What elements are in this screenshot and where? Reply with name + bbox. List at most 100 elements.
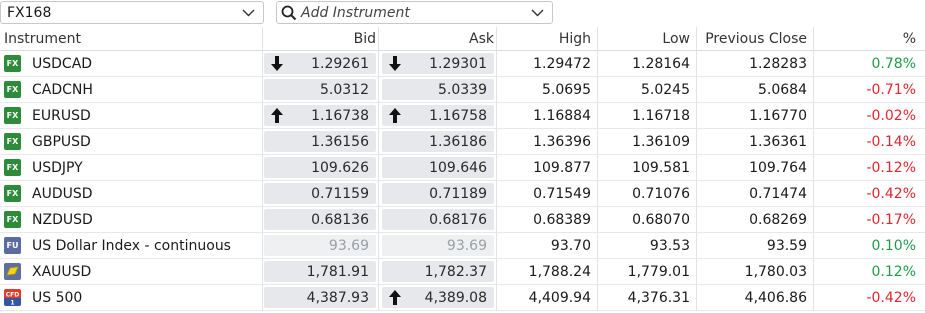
futures-badge-icon: FU [4,237,21,254]
change-pct-cell: 0.78% [871,55,916,72]
ask-value: 109.646 [429,159,487,176]
instrument-name: USDJPY [32,159,83,176]
arrow-down-icon [389,56,401,71]
bid-cell: 4,387.93 [263,285,379,310]
bid-quote-button[interactable]: 4,387.93 [264,287,376,308]
table-row[interactable]: FX NZDUSD 0.68136 0.68176 0.68389 0.68070 0.68… [0,207,925,233]
add-instrument-placeholder: Add Instrument [301,4,410,21]
ask-cell: 93.69 [379,233,497,258]
previous-close-cell: 93.59 [697,233,814,258]
gold-icon [4,263,21,280]
table-header: Instrument Bid Ask High Low Previous Clo… [0,27,925,51]
watchlist-dropdown[interactable]: FX168 [0,1,264,24]
ask-quote-button[interactable]: 1,782.37 [382,261,494,282]
table-row[interactable]: FU US Dollar Index - continuous 93.69 93.69… [0,233,925,259]
toolbar: FX168 Add Instrument [0,0,925,26]
fx-badge-icon: FX [4,81,21,98]
bid-quote-button[interactable]: 1.16738 [264,105,376,126]
bid-cell: 1.29261 [263,51,379,76]
table-row[interactable]: FX AUDUSD 0.71159 0.71189 0.71549 0.71076 0.71… [0,181,925,207]
previous-close-cell: 0.71474 [697,181,814,206]
fx-badge-icon: FX [4,55,21,72]
bid-quote-button[interactable]: 1.36156 [264,131,376,152]
ask-value: 0.68176 [429,211,487,228]
bid-quote-button[interactable]: 109.626 [264,157,376,178]
column-header-high[interactable]: High [497,27,598,50]
previous-close-cell: 1.16770 [697,103,814,128]
search-icon [281,5,297,21]
bid-value: 1.36156 [311,133,369,150]
bid-value: 0.71159 [311,185,369,202]
low-cell: 4,376.31 [598,285,697,310]
high-cell: 1,788.24 [497,259,598,284]
bid-cell: 109.626 [263,155,379,180]
bid-value: 109.626 [311,159,369,176]
column-header-bid[interactable]: Bid [263,27,379,50]
ask-value: 4,389.08 [424,289,487,306]
fx-badge-icon: FX [4,133,21,150]
bid-cell: 1,781.91 [263,259,379,284]
change-pct-cell: -0.42% [866,289,916,306]
column-header-instrument[interactable]: Instrument [0,27,263,50]
change-pct-cell: -0.14% [866,133,916,150]
fx-badge-icon: FX [4,159,21,176]
ask-quote-button[interactable]: 0.68176 [382,209,494,230]
low-cell: 1,779.01 [598,259,697,284]
chevron-down-icon [237,9,259,17]
ask-quote-button[interactable]: 109.646 [382,157,494,178]
change-pct-cell: -0.12% [866,159,916,176]
ask-quote-button[interactable]: 5.0339 [382,79,494,100]
ask-quote-button[interactable]: 1.16758 [382,105,494,126]
table-row[interactable]: CFD 1 US 500 4,387.93 4,389.08 4,409.94 4,376.… [0,285,925,311]
table-row[interactable]: XAUUSD 1,781.91 1,782.37 1,788.24 1,779.01 1,… [0,259,925,285]
ask-cell: 1.29301 [379,51,497,76]
instrument-cell: FX USDCAD [0,51,263,76]
ask-quote-button[interactable]: 4,389.08 [382,287,494,308]
ask-value: 1.29301 [429,55,487,72]
table-row[interactable]: FX USDJPY 109.626 109.646 109.877 109.581 109.… [0,155,925,181]
chevron-down-icon [526,9,548,17]
bid-quote-button[interactable]: 1,781.91 [264,261,376,282]
column-header-ask[interactable]: Ask [379,27,497,50]
bid-value: 4,387.93 [306,289,369,306]
add-instrument-search[interactable]: Add Instrument [276,1,553,24]
instrument-cell: FX AUDUSD [0,181,263,206]
previous-close-cell: 109.764 [697,155,814,180]
ask-value: 93.69 [446,237,487,254]
bid-quote-button[interactable]: 0.68136 [264,209,376,230]
low-cell: 1.36109 [598,129,697,154]
table-row[interactable]: FX EURUSD 1.16738 1.16758 1.16884 1.16718 1.16… [0,103,925,129]
table-row[interactable]: FX GBPUSD 1.36156 1.36186 1.36396 1.36109 1.36… [0,129,925,155]
bid-quote-button[interactable]: 93.69 [264,235,376,256]
ask-quote-button[interactable]: 1.36186 [382,131,494,152]
low-cell: 109.581 [598,155,697,180]
table-row[interactable]: FX CADCNH 5.0312 5.0339 5.0695 5.0245 5.0684 -0… [0,77,925,103]
instrument-cell: CFD 1 US 500 [0,285,263,310]
svg-text:1: 1 [10,300,14,307]
instrument-name: US Dollar Index - continuous [32,237,231,254]
ask-quote-button[interactable]: 93.69 [382,235,494,256]
ask-cell: 0.68176 [379,207,497,232]
bid-quote-button[interactable]: 1.29261 [264,53,376,74]
column-header-change-pct[interactable]: % [814,27,925,50]
bid-cell: 0.71159 [263,181,379,206]
bid-quote-button[interactable]: 5.0312 [264,79,376,100]
ask-cell: 109.646 [379,155,497,180]
column-header-previous-close[interactable]: Previous Close [697,27,814,50]
change-pct-cell: 0.12% [871,263,916,280]
table-row[interactable]: FX USDCAD 1.29261 1.29301 1.29472 1.28164 1.28… [0,51,925,77]
bid-value: 1.16738 [311,107,369,124]
bid-quote-button[interactable]: 0.71159 [264,183,376,204]
instrument-name: NZDUSD [32,211,93,228]
cfd-icon: CFD 1 [4,289,21,306]
previous-close-cell: 4,406.86 [697,285,814,310]
change-pct-cell: -0.42% [866,185,916,202]
instrument-cell: FX GBPUSD [0,129,263,154]
ask-quote-button[interactable]: 1.29301 [382,53,494,74]
column-header-low[interactable]: Low [598,27,697,50]
ask-value: 1.36186 [429,133,487,150]
ask-quote-button[interactable]: 0.71189 [382,183,494,204]
bid-cell: 1.16738 [263,103,379,128]
high-cell: 4,409.94 [497,285,598,310]
bid-cell: 0.68136 [263,207,379,232]
